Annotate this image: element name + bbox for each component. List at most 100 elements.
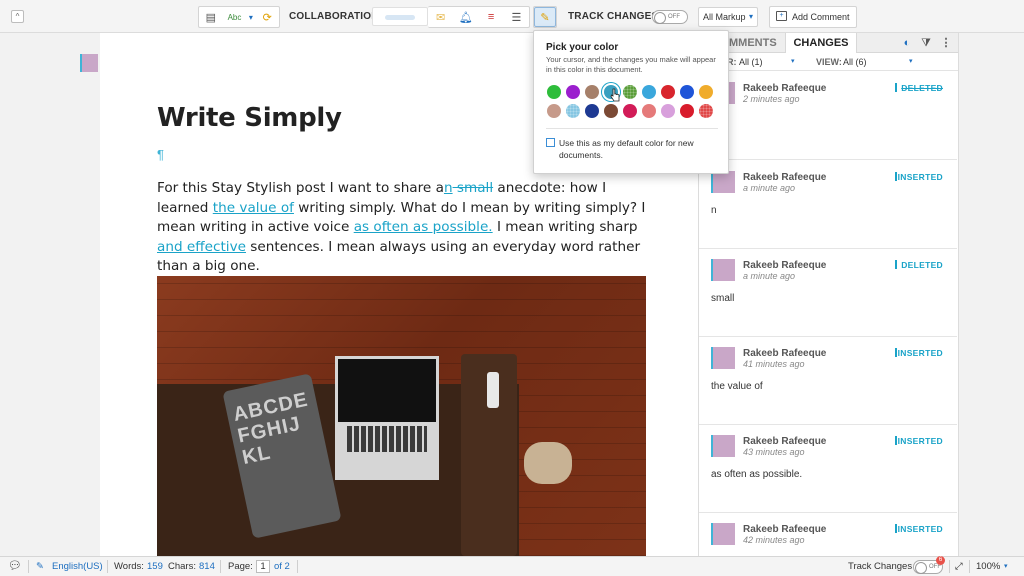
inserted-text[interactable]: n <box>444 180 453 196</box>
document-title[interactable]: Write Simply <box>157 103 342 133</box>
chevron-down-icon[interactable]: ▾ <box>1004 557 1008 576</box>
filter-bar: R: All (1) ▾ VIEW: All (6) ▾ <box>699 53 958 71</box>
chevron-down-icon[interactable]: ▾ <box>791 53 795 71</box>
markup-select[interactable]: All Markup ▾ <box>698 7 758 27</box>
color-swatch[interactable] <box>585 85 599 99</box>
change-author: Rakeeb Rafeeque <box>743 83 827 94</box>
text-run: For this Stay Stylish post I want to sha… <box>157 180 444 196</box>
collaborators-field[interactable] <box>372 7 428 26</box>
change-item[interactable]: Rakeeb Rafeeque 41 minutes ago INSERTED … <box>699 337 957 425</box>
spell-check-icon[interactable]: Abc <box>223 7 247 27</box>
deleted-text[interactable]: small <box>453 180 493 196</box>
color-swatch[interactable] <box>661 85 675 99</box>
popup-description: Your cursor, and the changes you make wi… <box>546 55 716 74</box>
chevron-down-icon[interactable]: ▾ <box>246 7 255 27</box>
divider <box>949 560 950 573</box>
color-swatch[interactable] <box>642 104 656 118</box>
divider <box>297 560 298 573</box>
popup-title: Pick your color <box>546 42 619 53</box>
color-swatch[interactable] <box>547 104 561 118</box>
word-count: 159 <box>147 561 163 572</box>
more-options-icon[interactable]: ⋮ <box>939 36 953 50</box>
divider <box>220 560 221 573</box>
change-author: Rakeeb Rafeeque <box>743 348 827 359</box>
chat-icon[interactable]: ✉ <box>428 7 453 27</box>
change-time: 42 minutes ago <box>743 535 805 545</box>
change-time: a minute ago <box>743 183 796 193</box>
color-picker-popup: Pick your color Your cursor, and the cha… <box>533 30 729 174</box>
tab-changes[interactable]: CHANGES <box>785 33 857 53</box>
change-marker <box>895 83 897 92</box>
collapse-toolbar-button[interactable]: ^ <box>11 10 24 23</box>
change-item[interactable]: Rakeeb Rafeeque a minute ago DELETED sma… <box>699 249 957 337</box>
page-current: 1 <box>256 560 270 573</box>
filter-icon[interactable]: ⧩ <box>919 36 933 50</box>
language-select[interactable]: English(US) <box>52 557 103 576</box>
color-swatch[interactable] <box>680 104 694 118</box>
chevron-down-icon[interactable]: ▾ <box>909 53 913 71</box>
color-swatch-grid <box>547 85 722 118</box>
notification-icon[interactable]: 🔔︎ <box>453 7 478 27</box>
char-count: 814 <box>199 561 215 572</box>
image-laptop-screen <box>335 356 439 424</box>
color-swatch[interactable] <box>699 85 713 99</box>
default-color-label[interactable]: Use this as my default color for new doc… <box>559 137 719 161</box>
inserted-text[interactable]: the value of <box>213 200 294 216</box>
history-icon[interactable]: ⟳ <box>255 7 279 27</box>
page-number-input[interactable]: 1 <box>256 557 270 576</box>
default-color-checkbox[interactable] <box>546 138 555 147</box>
color-swatch[interactable] <box>547 85 561 99</box>
color-swatch[interactable] <box>585 104 599 118</box>
inserted-text[interactable]: and effective <box>157 239 246 255</box>
chat-icon[interactable]: 💬︎ <box>8 557 22 576</box>
review-list-icon[interactable]: ≡ <box>479 7 504 27</box>
change-item[interactable]: Rakeeb Rafeeque 42 minutes ago INSERTED <box>699 513 957 556</box>
notification-badge: 6 <box>936 556 945 565</box>
inserted-text[interactable]: as often as possible. <box>354 219 493 235</box>
track-changes-status-label: Track Changes <box>848 561 913 572</box>
color-swatch[interactable] <box>623 85 637 99</box>
avatar <box>711 171 735 193</box>
chevron-down-icon: ▾ <box>748 12 753 21</box>
change-time: 2 minutes ago <box>743 94 800 104</box>
change-time: 41 minutes ago <box>743 359 805 369</box>
color-swatch[interactable] <box>604 104 618 118</box>
change-item[interactable]: Rakeeb Rafeeque 43 minutes ago INSERTED … <box>699 425 957 513</box>
color-swatch[interactable] <box>699 104 713 118</box>
zoom-select[interactable]: 100% <box>976 557 1000 576</box>
add-comment-button[interactable]: + Add Comment <box>769 6 857 28</box>
change-time: 43 minutes ago <box>743 447 805 457</box>
image-slippers <box>524 442 572 484</box>
filter-select[interactable]: All (1) <box>739 53 763 71</box>
help-icon[interactable]: ◐ <box>900 36 914 50</box>
color-swatch[interactable] <box>566 85 580 99</box>
change-item[interactable]: Rakeeb Rafeeque a minute ago INSERTED n <box>699 161 957 249</box>
document-image[interactable]: ABCDE FGHIJ KL <box>157 276 646 556</box>
color-swatch[interactable] <box>680 85 694 99</box>
layout-icon[interactable]: ▤ <box>199 7 223 27</box>
collaboration-label: COLLABORATION: <box>289 11 383 22</box>
user-color-icon[interactable]: ✎ <box>534 7 556 27</box>
expand-icon[interactable]: ⤢ <box>955 557 963 576</box>
track-changes-toggle[interactable]: OFF <box>652 10 688 24</box>
change-item[interactable]: Rakeeb Rafeeque 2 minutes ago DELETED <box>699 72 957 160</box>
color-swatch[interactable] <box>661 104 675 118</box>
review-tools-group: ▤ Abc ▾ ⟳ <box>198 6 280 28</box>
view-select[interactable]: All (6) <box>843 53 867 71</box>
document-paragraph[interactable]: For this Stay Stylish post I want to sha… <box>157 179 657 277</box>
compare-icon[interactable]: ☰ <box>504 7 529 27</box>
change-author: Rakeeb Rafeeque <box>743 172 827 183</box>
divider <box>28 560 29 573</box>
color-swatch[interactable] <box>566 104 580 118</box>
change-type: DELETED <box>901 83 943 93</box>
page-total: of 2 <box>274 561 290 572</box>
color-swatch[interactable] <box>642 85 656 99</box>
language-icon[interactable]: ✎ <box>36 557 44 576</box>
tab-comments[interactable]: MMENTS <box>729 33 777 53</box>
color-swatch[interactable] <box>623 104 637 118</box>
color-picker-group: ✎ <box>533 6 557 28</box>
panel-tabs: MMENTS CHANGES ◐ ⧩ ⋮ <box>699 33 958 53</box>
right-gutter <box>958 33 1024 556</box>
image-remote <box>487 372 499 408</box>
change-type: INSERTED <box>897 172 943 182</box>
